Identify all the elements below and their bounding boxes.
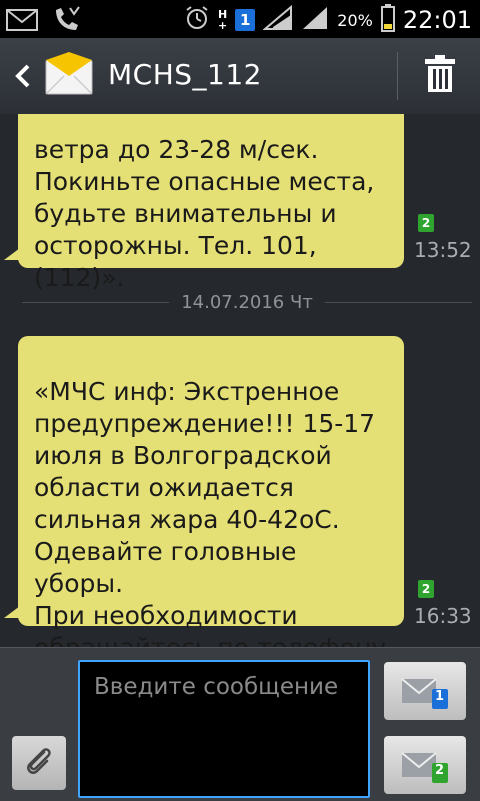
separator-line xyxy=(22,301,170,303)
conversation-list[interactable]: ветра до 23-28 м/сек. Покиньте опасные м… xyxy=(0,114,480,647)
paperclip-icon xyxy=(22,744,56,782)
back-icon[interactable] xyxy=(12,61,36,91)
signal-icon-sim2 xyxy=(301,5,329,35)
mail-icon xyxy=(6,8,38,36)
sim2-tag: 2 xyxy=(418,580,434,598)
message-bubble[interactable]: «МЧС инф: Экстренное предупреждение!!! 1… xyxy=(4,336,404,647)
signal-icon xyxy=(262,4,293,35)
send-sim1-icon: 1 xyxy=(400,673,450,709)
bubble-tail xyxy=(4,606,20,618)
delete-button[interactable] xyxy=(408,46,472,106)
message-time: 16:33 xyxy=(414,604,472,628)
message-time: 13:52 xyxy=(414,238,472,262)
battery-percent: 20% xyxy=(337,10,373,30)
send-sim2-button[interactable]: 2 xyxy=(384,736,466,794)
status-bar: H + 1 20% 22:01 xyxy=(0,0,480,38)
send-sim1-button[interactable]: 1 xyxy=(384,662,466,720)
date-separator: 14.07.2016 Чт xyxy=(22,291,473,313)
missed-call-icon xyxy=(52,6,82,38)
sim2-tag: 2 xyxy=(418,214,434,232)
action-bar-divider xyxy=(397,52,398,100)
attach-button[interactable] xyxy=(12,736,66,790)
sim1-badge: 1 xyxy=(235,9,256,31)
send-sim2-icon: 2 xyxy=(400,747,450,783)
bubble-tail xyxy=(4,248,20,260)
status-time: 22:01 xyxy=(402,6,472,34)
send-sim2-label: 2 xyxy=(435,763,445,778)
network-type-label: H + xyxy=(218,8,228,32)
send-sim1-label: 1 xyxy=(435,689,445,704)
message-text: ветра до 23-28 м/сек. Покиньте опасные м… xyxy=(34,135,375,292)
message-text: «МЧС инф: Экстренное предупреждение!!! 1… xyxy=(34,377,386,647)
battery-icon xyxy=(380,4,395,36)
message-meta: 2 16:33 xyxy=(414,580,472,628)
alarm-icon xyxy=(184,5,210,35)
trash-icon xyxy=(423,55,457,97)
message-envelope-icon xyxy=(44,52,94,98)
separator-line xyxy=(324,301,473,303)
contact-name: MCHS_112 xyxy=(108,58,262,91)
message-bubble[interactable]: ветра до 23-28 м/сек. Покиньте опасные м… xyxy=(4,114,404,292)
composer: 1 2 xyxy=(0,647,480,801)
action-bar: MCHS_112 xyxy=(0,38,480,115)
message-input[interactable] xyxy=(78,660,370,798)
message-meta: 2 13:52 xyxy=(414,214,472,262)
date-label: 14.07.2016 Чт xyxy=(181,291,313,313)
